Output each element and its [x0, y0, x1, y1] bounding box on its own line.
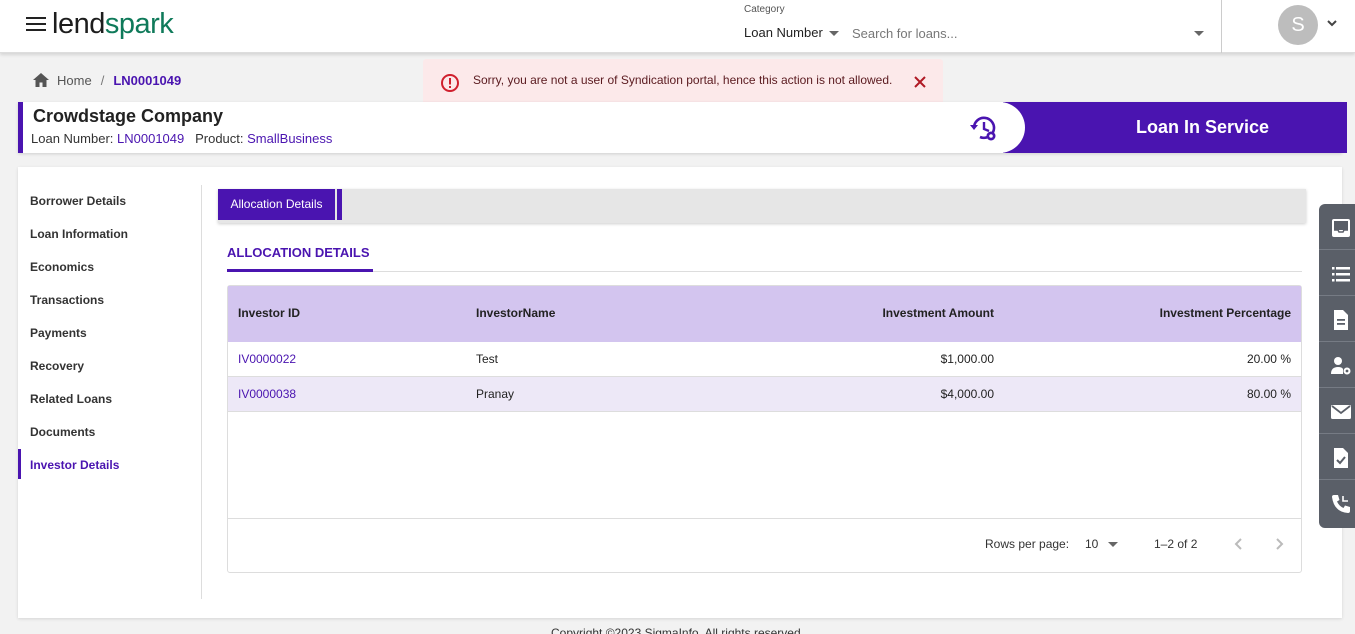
loan-status-banner: Loan In Service [1003, 102, 1347, 153]
error-circle-icon [441, 74, 459, 92]
column-header-investor-id[interactable]: Investor ID [238, 306, 300, 320]
breadcrumb-separator: / [100, 72, 105, 88]
product-label: Product: [195, 131, 244, 146]
investment-amount-cell: $4,000.00 [940, 387, 994, 401]
loan-search-input[interactable] [852, 22, 1172, 44]
history-settings-icon[interactable] [968, 112, 1000, 144]
search-dropdown-caret-icon[interactable] [1194, 31, 1204, 36]
pagination-range: 1–2 of 2 [1154, 537, 1198, 551]
main-panel: Borrower Details Loan Information Econom… [18, 167, 1342, 618]
nav-item-related-loans[interactable]: Related Loans [18, 383, 201, 413]
error-alert: Sorry, you are not a user of Syndication… [423, 59, 943, 106]
dock-document-button[interactable] [1319, 296, 1355, 342]
breadcrumb-current: LN0001049 [113, 72, 182, 88]
dock-inbox-button[interactable] [1319, 204, 1355, 250]
dock-mail-button[interactable] [1319, 388, 1355, 434]
alert-message: Sorry, you are not a user of Syndication… [473, 73, 893, 87]
nav-item-economics[interactable]: Economics [18, 251, 201, 281]
user-settings-icon [1331, 357, 1351, 375]
user-avatar[interactable]: S [1278, 5, 1318, 45]
lendspark-logo[interactable]: lendspark [52, 8, 174, 41]
top-header: lendspark Category Loan Number S [0, 0, 1355, 53]
loan-number-label: Loan Number: [31, 131, 114, 146]
breadcrumb: Home / LN0001049 [32, 70, 181, 90]
loan-number-value[interactable]: LN0001049 [117, 131, 184, 146]
investor-id-cell[interactable]: IV0000038 [238, 387, 296, 401]
category-value: Loan Number [744, 25, 823, 40]
investment-amount-cell: $1,000.00 [940, 352, 994, 366]
document-check-icon [1334, 448, 1348, 468]
close-icon[interactable] [913, 75, 927, 89]
investor-name-cell: Pranay [476, 387, 515, 401]
company-name: Crowdstage Company [33, 106, 224, 126]
nav-item-investor-details[interactable]: Investor Details [18, 449, 201, 479]
nav-item-recovery[interactable]: Recovery [18, 350, 201, 380]
home-icon[interactable] [32, 72, 50, 88]
loan-meta: Loan Number: LN0001049 Product: SmallBus… [31, 131, 332, 146]
header-divider [1221, 0, 1222, 53]
investment-percentage-cell: 80.00 % [1246, 387, 1291, 401]
tab-bar-accent [337, 189, 342, 220]
column-header-investment-amount[interactable]: Investment Amount [882, 306, 994, 320]
allocation-table: Investor ID InvestorName Investment Amou… [227, 285, 1302, 573]
loan-summary-card: Crowdstage Company Loan Number: LN000104… [18, 102, 1347, 153]
left-nav: Borrower Details Loan Information Econom… [18, 185, 202, 599]
product-value: SmallBusiness [247, 131, 333, 146]
dock-task-button[interactable] [1319, 434, 1355, 480]
rows-per-page-select[interactable]: 10 [1085, 537, 1119, 551]
section-divider [227, 271, 1302, 272]
chevron-right-icon[interactable] [1271, 536, 1287, 552]
logo-text-lend: lend [52, 8, 105, 40]
dock-phone-button[interactable] [1319, 480, 1355, 526]
category-caret-icon [828, 31, 839, 37]
tab-allocation-details[interactable]: Allocation Details [218, 189, 335, 220]
chevron-left-icon[interactable] [1231, 536, 1247, 552]
logo-text-spark: spark [104, 8, 174, 40]
table-row[interactable]: IV0000022 Test $1,000.00 20.00 % [228, 342, 1301, 377]
section-tab-allocation-details[interactable]: ALLOCATION DETAILS [227, 245, 370, 260]
table-footer-divider [228, 518, 1301, 519]
list-icon [1332, 267, 1350, 282]
breadcrumb-home-link[interactable]: Home [57, 73, 92, 88]
rows-per-page-caret-icon [1108, 542, 1119, 548]
category-select[interactable]: Loan Number [744, 25, 839, 40]
tab-bar: Allocation Details [218, 189, 1306, 223]
nav-item-payments[interactable]: Payments [18, 317, 201, 347]
mail-icon [1331, 405, 1351, 419]
nav-item-documents[interactable]: Documents [18, 416, 201, 446]
rows-per-page-label: Rows per page: [985, 537, 1070, 551]
nav-item-transactions[interactable]: Transactions [18, 284, 201, 314]
nav-item-borrower-details[interactable]: Borrower Details [18, 185, 201, 215]
investor-id-cell[interactable]: IV0000022 [238, 352, 296, 366]
rows-per-page-value: 10 [1085, 537, 1099, 551]
footer-copyright: Copyright ©2023 SigmaInfo. All rights re… [551, 626, 804, 634]
hamburger-menu-icon[interactable] [26, 17, 46, 33]
table-header: Investor ID InvestorName Investment Amou… [228, 286, 1301, 342]
dock-list-button[interactable] [1319, 250, 1355, 296]
column-header-investment-percentage[interactable]: Investment Percentage [1160, 306, 1291, 320]
investor-name-cell: Test [476, 352, 499, 366]
category-label: Category [744, 4, 785, 15]
document-icon [1334, 310, 1348, 330]
table-row[interactable]: IV0000038 Pranay $4,000.00 80.00 % [228, 377, 1301, 412]
column-header-investor-name[interactable]: InvestorName [476, 306, 555, 320]
inbox-icon [1332, 219, 1350, 237]
right-quick-dock [1319, 204, 1355, 528]
section-tab-underline [227, 269, 373, 272]
investment-percentage-cell: 20.00 % [1246, 352, 1291, 366]
chevron-down-icon[interactable] [1326, 17, 1338, 29]
phone-call-icon [1332, 495, 1350, 513]
nav-item-loan-information[interactable]: Loan Information [18, 218, 201, 248]
dock-user-settings-button[interactable] [1319, 342, 1355, 388]
